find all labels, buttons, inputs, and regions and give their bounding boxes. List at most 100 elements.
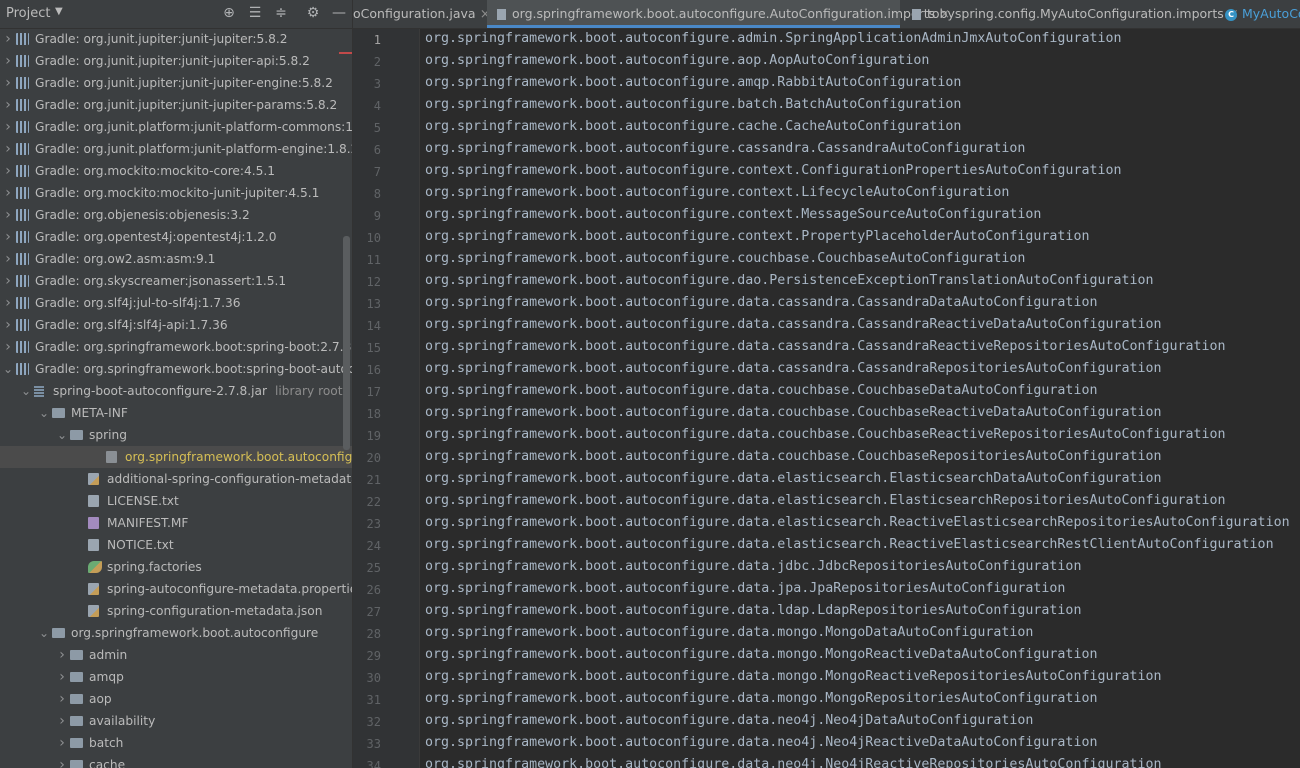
tree-row[interactable]: ⌄ spring: [0, 424, 352, 446]
tree-row[interactable]: › Gradle: org.slf4j:jul-to-slf4j:1.7.36: [0, 292, 352, 314]
chevron-down-icon[interactable]: ▼: [55, 6, 63, 17]
code-line[interactable]: org.springframework.boot.autoconfigure.d…: [425, 515, 1290, 530]
tree-row[interactable]: › Gradle: org.junit.jupiter:junit-jupiter…: [0, 72, 352, 94]
tree-row[interactable]: NOTICE.txt: [0, 534, 352, 556]
chevron-down-icon[interactable]: ⌄: [20, 380, 32, 402]
editor-tab[interactable]: tobyspring.config.MyAutoConfiguration.im…: [902, 0, 1239, 28]
tree-row[interactable]: spring-autoconfigure-metadata.properties: [0, 578, 352, 600]
chevron-right-icon[interactable]: ›: [56, 666, 68, 688]
chevron-right-icon[interactable]: ›: [2, 336, 14, 358]
chevron-right-icon[interactable]: ›: [56, 644, 68, 666]
minimize-icon[interactable]: —: [330, 4, 348, 22]
code-line[interactable]: org.springframework.boot.autoconfigure.c…: [425, 163, 1121, 178]
tree-row[interactable]: › Gradle: org.junit.jupiter:junit-jupiter…: [0, 50, 352, 72]
locate-icon[interactable]: ⊕: [220, 4, 238, 22]
code-line[interactable]: org.springframework.boot.autoconfigure.c…: [425, 207, 1041, 222]
chevron-right-icon[interactable]: ›: [2, 292, 14, 314]
chevron-right-icon[interactable]: ›: [2, 50, 14, 72]
code-line[interactable]: org.springframework.boot.autoconfigure.d…: [425, 493, 1226, 508]
chevron-down-icon[interactable]: ⌄: [38, 402, 50, 424]
chevron-right-icon[interactable]: ›: [2, 226, 14, 248]
code-line[interactable]: org.springframework.boot.autoconfigure.d…: [425, 295, 1097, 310]
chevron-right-icon[interactable]: ›: [56, 710, 68, 732]
chevron-down-icon[interactable]: ⌄: [2, 358, 14, 380]
tree-row[interactable]: › Gradle: org.mockito:mockito-core:4.5.1: [0, 160, 352, 182]
tree-row[interactable]: › Gradle: org.slf4j:slf4j-api:1.7.36: [0, 314, 352, 336]
tree-row[interactable]: › Gradle: org.junit.platform:junit-platfo…: [0, 116, 352, 138]
code-line[interactable]: org.springframework.boot.autoconfigure.d…: [425, 691, 1097, 706]
chevron-right-icon[interactable]: ›: [2, 182, 14, 204]
chevron-down-icon[interactable]: ⌄: [38, 622, 50, 644]
tree-row[interactable]: › cache: [0, 754, 352, 768]
tree-row[interactable]: spring.factories: [0, 556, 352, 578]
expand-all-icon[interactable]: ☰: [246, 4, 264, 22]
tree-row[interactable]: › amqp: [0, 666, 352, 688]
tree-row[interactable]: › Gradle: org.mockito:mockito-junit-jupit…: [0, 182, 352, 204]
chevron-right-icon[interactable]: ›: [2, 270, 14, 292]
code-line[interactable]: org.springframework.boot.autoconfigure.d…: [425, 471, 1162, 486]
tree-scrollbar[interactable]: [343, 236, 350, 450]
code-line[interactable]: org.springframework.boot.autoconfigure.d…: [425, 449, 1162, 464]
tree-row[interactable]: › Gradle: org.objenesis:objenesis:3.2: [0, 204, 352, 226]
gear-icon[interactable]: ⚙: [304, 4, 322, 22]
code-line[interactable]: org.springframework.boot.autoconfigure.d…: [425, 713, 1033, 728]
code-line[interactable]: org.springframework.boot.autoconfigure.b…: [425, 97, 961, 112]
code-line[interactable]: org.springframework.boot.autoconfigure.d…: [425, 427, 1226, 442]
tree-row[interactable]: ⌄ spring-boot-autoconfigure-2.7.8.jar libr…: [0, 380, 352, 402]
code-line[interactable]: org.springframework.boot.autoconfigure.d…: [425, 317, 1162, 332]
code-line[interactable]: org.springframework.boot.autoconfigure.d…: [425, 537, 1274, 552]
code-line[interactable]: org.springframework.boot.autoconfigure.d…: [425, 339, 1226, 354]
project-view-selector[interactable]: Project: [6, 6, 50, 21]
code-line[interactable]: org.springframework.boot.autoconfigure.c…: [425, 251, 1025, 266]
tree-row[interactable]: org.springframework.boot.autoconfigure.A…: [0, 446, 352, 468]
chevron-right-icon[interactable]: ›: [2, 94, 14, 116]
tree-row[interactable]: MANIFEST.MF: [0, 512, 352, 534]
tree-row[interactable]: › Gradle: org.opentest4j:opentest4j:1.2.0: [0, 226, 352, 248]
chevron-down-icon[interactable]: ⌄: [56, 424, 68, 446]
editor-tab[interactable]: org.springframework.boot.autoconfigure.A…: [487, 0, 950, 28]
tree-row[interactable]: › Gradle: org.ow2.asm:asm:9.1: [0, 248, 352, 270]
tree-row[interactable]: › Gradle: org.skyscreamer:jsonassert:1.5.…: [0, 270, 352, 292]
collapse-all-icon[interactable]: ≑: [272, 4, 290, 22]
chevron-right-icon[interactable]: ›: [2, 116, 14, 138]
code-line[interactable]: org.springframework.boot.autoconfigure.c…: [425, 229, 1089, 244]
code-line[interactable]: org.springframework.boot.autoconfigure.c…: [425, 185, 1009, 200]
code-line[interactable]: org.springframework.boot.autoconfigure.d…: [425, 669, 1162, 684]
chevron-right-icon[interactable]: ›: [2, 138, 14, 160]
code-line[interactable]: org.springframework.boot.autoconfigure.d…: [425, 559, 1081, 574]
tree-row[interactable]: ⌄ Gradle: org.springframework.boot:spring…: [0, 358, 352, 380]
tree-row[interactable]: ⌄ META-INF: [0, 402, 352, 424]
tree-row[interactable]: › batch: [0, 732, 352, 754]
chevron-right-icon[interactable]: ›: [2, 204, 14, 226]
tree-row[interactable]: › admin: [0, 644, 352, 666]
chevron-right-icon[interactable]: ›: [56, 732, 68, 754]
tree-row[interactable]: › Gradle: org.springframework.boot:spring…: [0, 336, 352, 358]
code-editor[interactable]: 1 2 3 4 5 6 7 8 9 10 11 12 13 14 15 16 17 18 19 20 21 22 23 24 2…: [353, 29, 1300, 768]
code-line[interactable]: org.springframework.boot.autoconfigure.d…: [425, 405, 1162, 420]
chevron-right-icon[interactable]: ›: [2, 72, 14, 94]
tree-row[interactable]: › availability: [0, 710, 352, 732]
tree-row[interactable]: ⌄ org.springframework.boot.autoconfigure: [0, 622, 352, 644]
chevron-right-icon[interactable]: ›: [2, 314, 14, 336]
editor-tab[interactable]: C MyAutoCon: [1215, 0, 1300, 28]
code-line[interactable]: org.springframework.boot.autoconfigure.d…: [425, 603, 1081, 618]
code-line[interactable]: org.springframework.boot.autoconfigure.d…: [425, 581, 1065, 596]
editor-tab[interactable]: oConfiguration.java ×: [353, 0, 491, 28]
code-line[interactable]: org.springframework.boot.autoconfigure.d…: [425, 647, 1097, 662]
chevron-right-icon[interactable]: ›: [2, 28, 14, 50]
code-line[interactable]: org.springframework.boot.autoconfigure.d…: [425, 757, 1162, 768]
tree-row[interactable]: › Gradle: org.junit.jupiter:junit-jupiter…: [0, 94, 352, 116]
code-line[interactable]: org.springframework.boot.autoconfigure.c…: [425, 119, 961, 134]
code-line[interactable]: org.springframework.boot.autoconfigure.c…: [425, 141, 1025, 156]
code-line[interactable]: org.springframework.boot.autoconfigure.a…: [425, 75, 961, 90]
chevron-right-icon[interactable]: ›: [2, 160, 14, 182]
code-line[interactable]: org.springframework.boot.autoconfigure.d…: [425, 361, 1162, 376]
code-line[interactable]: org.springframework.boot.autoconfigure.d…: [425, 383, 1097, 398]
code-line[interactable]: org.springframework.boot.autoconfigure.d…: [425, 273, 1154, 288]
tree-row[interactable]: › Gradle: org.junit.jupiter:junit-jupiter…: [0, 28, 352, 50]
tree-row[interactable]: › aop: [0, 688, 352, 710]
chevron-right-icon[interactable]: ›: [56, 688, 68, 710]
code-line[interactable]: org.springframework.boot.autoconfigure.d…: [425, 735, 1097, 750]
tree-row[interactable]: spring-configuration-metadata.json: [0, 600, 352, 622]
tree-row[interactable]: › Gradle: org.junit.platform:junit-platfo…: [0, 138, 352, 160]
